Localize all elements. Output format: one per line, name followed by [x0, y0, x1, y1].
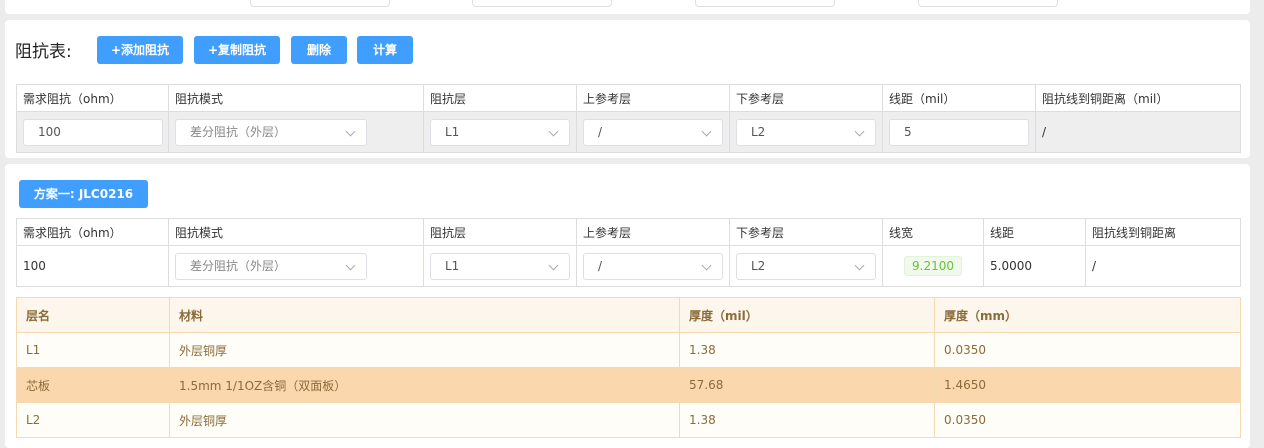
header-thickness-mm: 厚度（mm） [934, 297, 1241, 333]
layer-thickness-mil: 1.38 [679, 402, 935, 438]
impedance-mode-select[interactable]: 差分阻抗（外层） [175, 118, 367, 146]
chevron-down-icon [854, 260, 865, 270]
chevron-down-icon [548, 260, 559, 270]
layer-thickness-mm: 1.4650 [934, 367, 1241, 403]
header-layer: 阻抗层 [423, 84, 577, 112]
page-title: 阻抗表: [15, 42, 72, 62]
table-row: L1 外层铜厚 1.38 0.0350 [16, 332, 1241, 368]
scheme-table: 需求阻抗（ohm） 阻抗模式 阻抗层 上参考层 下参考层 线宽 线距 阻抗线到铜… [16, 218, 1241, 287]
header-width: 线宽 [882, 218, 984, 246]
scheme-layer-select[interactable]: L1 [430, 252, 570, 280]
header-spacing: 线距（mil） [882, 84, 1036, 112]
table-row: 芯板 1.5mm 1/1OZ含铜（双面板） 57.68 1.4650 [16, 367, 1241, 403]
chevron-down-icon [345, 260, 356, 270]
scheme-mode-value: 差分阻抗（外层） [190, 258, 287, 273]
top-input-3[interactable] [695, 0, 835, 7]
scheme-mode-select[interactable]: 差分阻抗（外层） [175, 252, 367, 280]
scheme-card: 方案一: JLC0216 需求阻抗（ohm） 阻抗模式 阻抗层 上参考层 下参考… [5, 164, 1250, 448]
layer-stack-table: 层名 材料 厚度（mil） 厚度（mm） L1 外层铜厚 1.38 0.0350… [16, 297, 1241, 438]
copy-impedance-button[interactable]: +复制阻抗 [194, 36, 280, 64]
add-impedance-button[interactable]: +添加阻抗 [97, 36, 183, 64]
scheme-spacing-value: 5.0000 [983, 245, 1086, 287]
top-input-1[interactable] [250, 0, 390, 7]
layer-material: 1.5mm 1/1OZ含铜（双面板） [169, 367, 680, 403]
layer-thickness-mil: 1.38 [679, 332, 935, 368]
header-upper-ref: 上参考层 [576, 84, 730, 112]
layer-material: 外层铜厚 [169, 332, 680, 368]
header-spacing: 线距 [983, 218, 1086, 246]
header-lower-ref: 下参考层 [729, 84, 883, 112]
scheme-lower-ref-select[interactable]: L2 [736, 252, 876, 280]
impedance-table: 需求阻抗（ohm） 阻抗模式 阻抗层 上参考层 下参考层 线距（mil） 阻抗线… [16, 84, 1241, 153]
demand-impedance-input[interactable]: 100 [23, 118, 163, 146]
layer-material: 外层铜厚 [169, 402, 680, 438]
chevron-down-icon [548, 126, 559, 136]
upper-ref-value: / [598, 124, 603, 139]
header-lower-ref: 下参考层 [729, 218, 883, 246]
scheme-demand-value: 100 [16, 245, 169, 287]
spacing-input[interactable]: 5 [889, 118, 1029, 146]
scheme-table-header: 需求阻抗（ohm） 阻抗模式 阻抗层 上参考层 下参考层 线宽 线距 阻抗线到铜… [16, 218, 1241, 246]
layer-thickness-mil: 57.68 [679, 367, 935, 403]
scheme-upper-ref-select[interactable]: / [583, 252, 723, 280]
chevron-down-icon [701, 260, 712, 270]
table-row: 100 差分阻抗（外层） L1 / L2 9.2100 5.0000 / [16, 245, 1241, 287]
top-filter-card [5, 0, 1250, 14]
layer-table-header: 层名 材料 厚度（mil） 厚度（mm） [16, 297, 1241, 333]
header-thickness-mil: 厚度（mil） [679, 297, 935, 333]
top-input-4[interactable] [918, 0, 1058, 7]
layer-thickness-mm: 0.0350 [934, 402, 1241, 438]
layer-name: L2 [16, 402, 170, 438]
impedance-table-card: 阻抗表: +添加阻抗 +复制阻抗 删除 计算 需求阻抗（ohm） 阻抗模式 阻抗… [5, 20, 1250, 158]
chevron-down-icon [701, 126, 712, 136]
lower-ref-select[interactable]: L2 [736, 118, 876, 146]
impedance-layer-value: L1 [445, 124, 460, 139]
scheme-layer-value: L1 [445, 258, 460, 273]
header-copper-dist: 阻抗线到铜距离（mil） [1035, 84, 1241, 112]
delete-button[interactable]: 删除 [291, 36, 347, 64]
header-material: 材料 [169, 297, 680, 333]
scheme-tab-button[interactable]: 方案一: JLC0216 [19, 180, 148, 208]
impedance-mode-value: 差分阻抗（外层） [190, 124, 287, 139]
header-layer: 阻抗层 [423, 218, 577, 246]
impedance-table-header: 需求阻抗（ohm） 阻抗模式 阻抗层 上参考层 下参考层 线距（mil） 阻抗线… [16, 84, 1241, 112]
scheme-copper-dist-value: / [1085, 245, 1241, 287]
lower-ref-value: L2 [751, 124, 766, 139]
chevron-down-icon [854, 126, 865, 136]
scheme-upper-ref-value: / [598, 258, 603, 273]
header-upper-ref: 上参考层 [576, 218, 730, 246]
calculate-button[interactable]: 计算 [357, 36, 413, 64]
table-row: L2 外层铜厚 1.38 0.0350 [16, 402, 1241, 438]
copper-distance-value: / [1035, 111, 1241, 153]
header-copper-dist: 阻抗线到铜距离 [1085, 218, 1241, 246]
layer-thickness-mm: 0.0350 [934, 332, 1241, 368]
table-row: 100 差分阻抗（外层） L1 / L2 5 / [16, 111, 1241, 153]
header-demand: 需求阻抗（ohm） [16, 84, 169, 112]
header-mode: 阻抗模式 [168, 84, 424, 112]
header-layer-name: 层名 [16, 297, 170, 333]
impedance-layer-select[interactable]: L1 [430, 118, 570, 146]
scheme-lower-ref-value: L2 [751, 258, 766, 273]
line-width-badge: 9.2100 [904, 256, 962, 276]
layer-name: L1 [16, 332, 170, 368]
upper-ref-select[interactable]: / [583, 118, 723, 146]
top-input-2[interactable] [472, 0, 612, 7]
header-mode: 阻抗模式 [168, 218, 424, 246]
chevron-down-icon [345, 126, 356, 136]
layer-name: 芯板 [16, 367, 170, 403]
header-demand: 需求阻抗（ohm） [16, 218, 169, 246]
